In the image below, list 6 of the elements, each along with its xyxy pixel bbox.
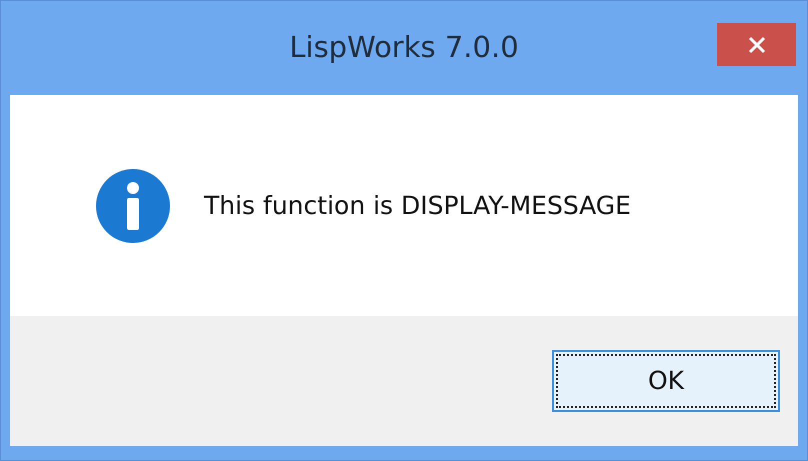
close-button[interactable] [717,23,796,66]
ok-button[interactable]: OK [552,350,780,412]
close-icon [748,36,766,54]
message-text: This function is DISPLAY-MESSAGE [204,190,631,222]
info-icon [96,168,170,242]
window-title: LispWorks 7.0.0 [289,29,519,66]
